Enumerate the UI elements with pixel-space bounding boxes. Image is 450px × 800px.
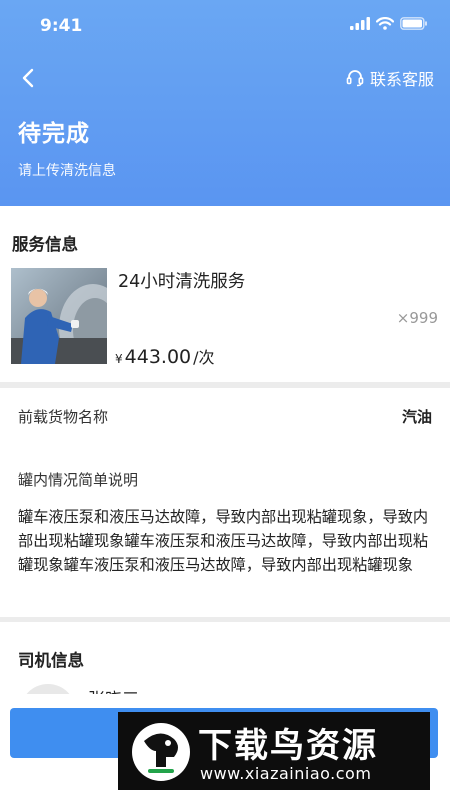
watermark-banner: 下载鸟资源 www.xiazainiao.com bbox=[118, 712, 430, 790]
currency-symbol: ¥ bbox=[115, 352, 123, 366]
cargo-name-label: 前载货物名称 bbox=[18, 408, 109, 426]
support-label: 联系客服 bbox=[369, 70, 434, 89]
service-name: 24小时清洗服务 bbox=[118, 272, 246, 292]
contact-support-button[interactable]: 联系客服 bbox=[346, 66, 434, 90]
watermark-name: 下载鸟资源 bbox=[198, 726, 378, 766]
chevron-left-icon bbox=[22, 68, 34, 88]
driver-section-title: 司机信息 bbox=[18, 651, 84, 670]
service-section-title: 服务信息 bbox=[12, 235, 78, 254]
back-button[interactable] bbox=[14, 64, 42, 92]
page-subtitle: 请上传清洗信息 bbox=[18, 163, 116, 179]
price-amount: 443.00 bbox=[124, 346, 192, 368]
battery-icon bbox=[400, 17, 427, 30]
watermark-url: www.xiazainiao.com bbox=[200, 764, 372, 783]
headset-icon bbox=[346, 70, 364, 87]
status-icons bbox=[350, 17, 428, 30]
service-photo bbox=[11, 268, 107, 364]
status-bar: 9:41 bbox=[0, 0, 450, 48]
price-unit: /次 bbox=[193, 348, 215, 367]
tank-description-label: 罐内情况简单说明 bbox=[18, 471, 139, 489]
status-time: 9:41 bbox=[40, 16, 83, 36]
page-title: 待完成 bbox=[18, 121, 90, 147]
service-price: ¥ 443.00 /次 bbox=[115, 344, 215, 368]
signal-icon bbox=[350, 17, 370, 30]
tank-description-text: 罐车液压泵和液压马达故障，导致内部出现粘罐现象，导致内部出现粘罐现象罐车液压泵和… bbox=[18, 508, 429, 574]
header: 9:41 联系客服 待完成 请上传清洗信息 bbox=[0, 0, 450, 206]
service-quantity: ×999 bbox=[396, 309, 438, 327]
cargo-name-value: 汽油 bbox=[401, 408, 432, 426]
service-thumbnail bbox=[11, 268, 107, 364]
bird-logo-icon bbox=[132, 723, 190, 781]
wifi-icon bbox=[376, 17, 394, 30]
